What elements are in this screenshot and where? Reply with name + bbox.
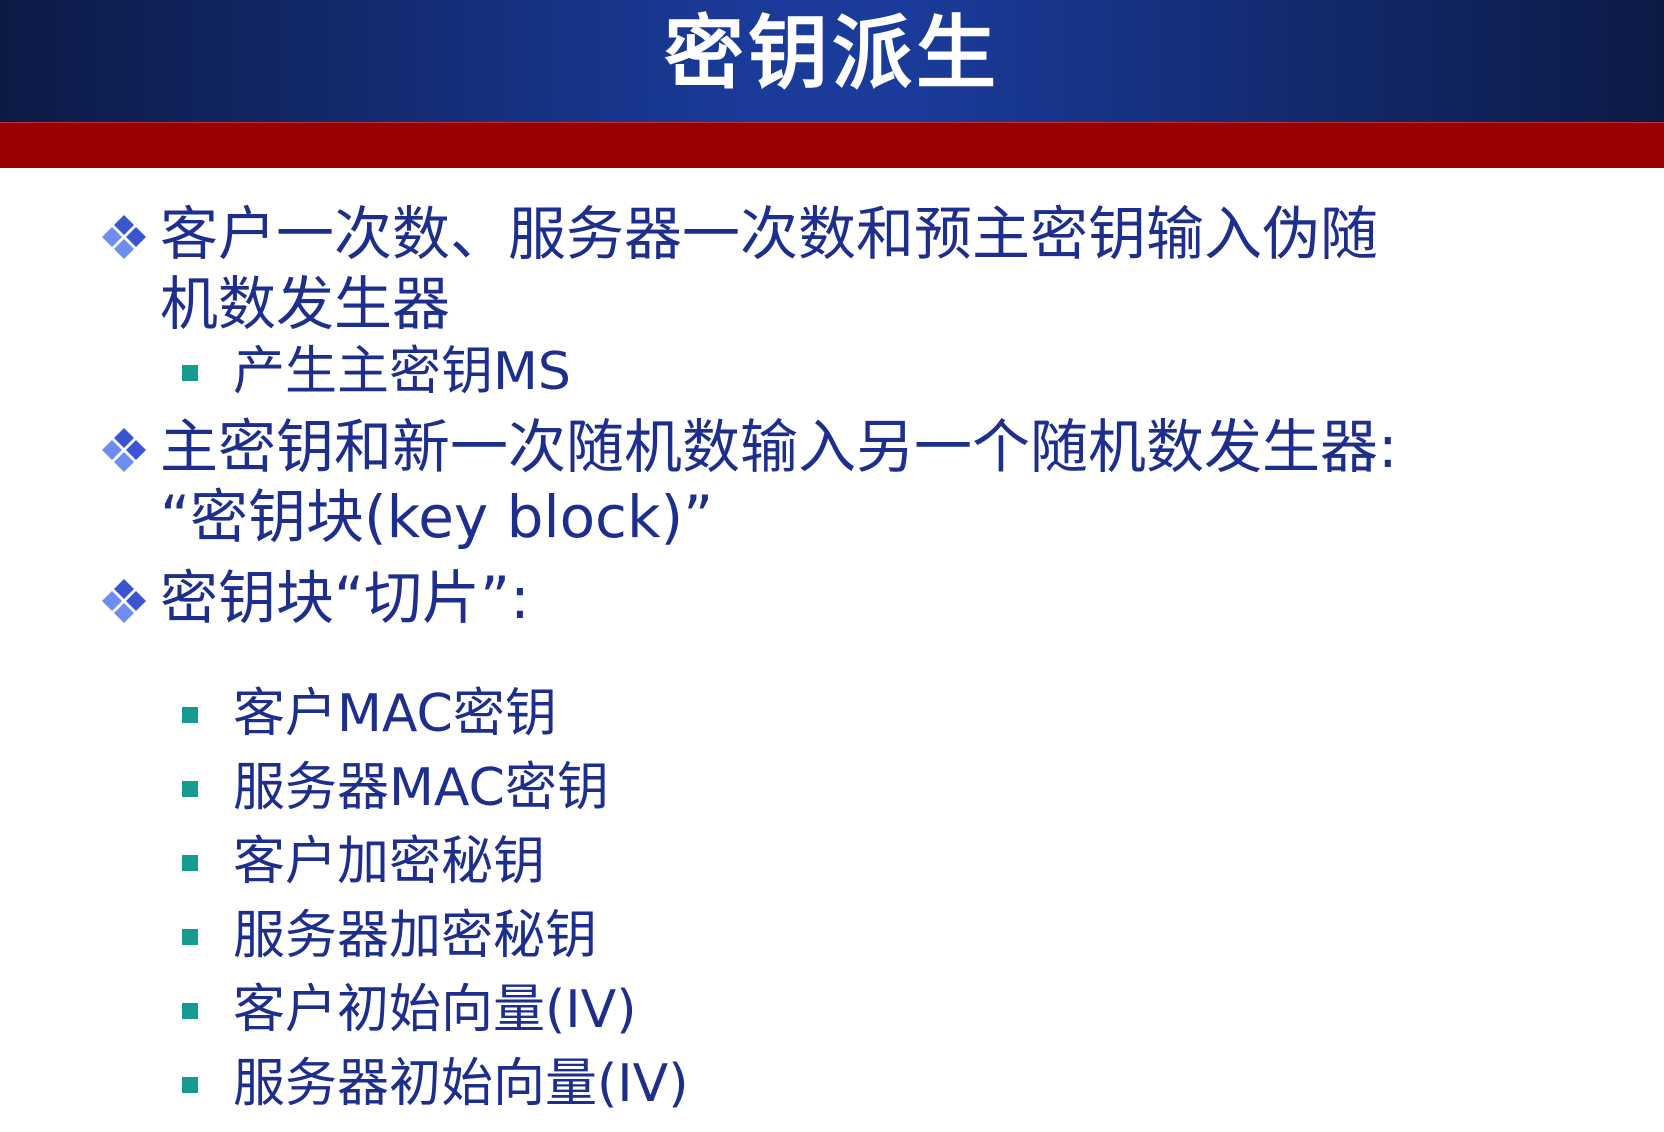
bullet-item: 主密钥和新一次随机数输入另一个随机数发生器: “密钥块(key block)” — [100, 412, 1600, 552]
sub-bullet-text: 服务器初始向量(IV) — [233, 1054, 689, 1114]
bullet-text: 客户一次数、服务器一次数和预主密钥输入伪随 机数发生器 — [160, 200, 1379, 338]
bullet-text: 密钥块“切片”: — [160, 564, 530, 632]
square-bullet-icon — [182, 781, 198, 797]
sub-bullet-item: 客户MAC密钥 — [182, 683, 1582, 745]
sub-bullet-item: 服务器初始向量(IV) — [182, 1053, 1582, 1115]
bullet-item: 客户一次数、服务器一次数和预主密钥输入伪随 机数发生器 — [100, 199, 1600, 339]
square-bullet-icon — [182, 1077, 198, 1093]
sub-bullet-item: 服务器MAC密钥 — [182, 757, 1582, 819]
sub-bullet-text: 产生主密钥MS — [233, 342, 571, 402]
square-bullet-icon — [182, 1003, 198, 1019]
square-bullet-icon — [182, 929, 198, 945]
slide: 密钥派生 客户一次数、服务器一次数和预主密钥输入伪随 机数发生器 产生主密钥MS — [0, 0, 1664, 1132]
square-bullet-icon — [182, 707, 198, 723]
sub-bullet-text: 服务器加密秘钥 — [233, 906, 598, 966]
sub-bullet-text: 客户MAC密钥 — [233, 684, 557, 744]
bullet-text: 主密钥和新一次随机数输入另一个随机数发生器: “密钥块(key block)” — [160, 413, 1398, 551]
diamond-bullet-icon — [102, 579, 146, 623]
sub-bullet-text: 服务器MAC密钥 — [233, 758, 609, 818]
sub-bullet-item: 服务器加密秘钥 — [182, 905, 1582, 967]
sub-bullet-text: 客户初始向量(IV) — [233, 980, 637, 1040]
slide-content: 客户一次数、服务器一次数和预主密钥输入伪随 机数发生器 产生主密钥MS 主密钥和… — [0, 0, 1664, 1132]
sub-bullet-item: 客户初始向量(IV) — [182, 979, 1582, 1041]
sub-bullet-item: 客户加密秘钥 — [182, 831, 1582, 893]
square-bullet-icon — [182, 855, 198, 871]
sub-bullet-text: 客户加密秘钥 — [233, 832, 546, 892]
sub-bullet-item: 产生主密钥MS — [182, 341, 1582, 403]
square-bullet-icon — [182, 365, 198, 381]
diamond-bullet-icon — [102, 215, 146, 259]
bullet-item: 密钥块“切片”: — [100, 563, 1600, 633]
diamond-bullet-icon — [102, 428, 146, 472]
